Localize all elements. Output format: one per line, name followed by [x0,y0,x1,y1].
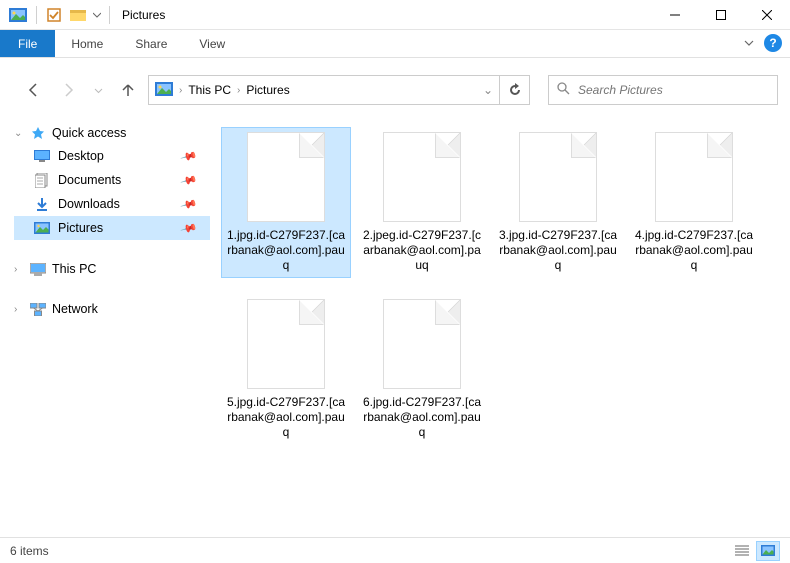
refresh-button[interactable] [500,75,530,105]
nav-item-documents[interactable]: Documents 📌 [14,168,210,192]
desktop-icon [34,148,50,164]
chevron-right-icon[interactable]: › [14,264,24,275]
chevron-down-icon[interactable]: ⌄ [14,128,24,139]
up-button[interactable] [118,80,138,100]
qat-customize-dropdown[interactable] [91,4,103,26]
explorer-app-icon [6,4,30,26]
nav-this-pc[interactable]: › This PC [14,258,210,280]
file-item[interactable]: 5.jpg.id-C279F237.[carbanak@aol.com].pau… [222,295,350,444]
ribbon-expand-button[interactable] [740,34,758,52]
quick-access-toolbar [0,4,114,26]
help-icon[interactable]: ? [764,34,782,52]
tab-view[interactable]: View [183,30,241,57]
window-controls [652,0,790,30]
file-name-label: 1.jpg.id-C279F237.[carbanak@aol.com].pau… [226,228,346,273]
star-icon [30,125,46,141]
qat-new-folder-button[interactable] [67,4,89,26]
file-name-label: 4.jpg.id-C279F237.[carbanak@aol.com].pau… [634,228,754,273]
file-name-label: 5.jpg.id-C279F237.[carbanak@aol.com].pau… [226,395,346,440]
search-box[interactable] [548,75,778,105]
nav-item-label: Desktop [58,149,104,163]
chevron-right-icon[interactable]: › [179,85,182,96]
nav-item-label: Pictures [58,221,103,235]
explorer-body: ⌄ Quick access Desktop 📌 Documents 📌 [0,112,790,544]
file-icon [383,299,461,389]
ribbon-tabs: File Home Share View ? [0,30,790,58]
breadcrumb-pictures[interactable]: Pictures [246,83,289,97]
status-bar: 6 items [0,537,790,563]
file-tab[interactable]: File [0,30,55,57]
file-icon [655,132,733,222]
file-item[interactable]: 6.jpg.id-C279F237.[carbanak@aol.com].pau… [358,295,486,444]
pin-icon: 📌 [180,195,198,213]
view-details-button[interactable] [730,541,754,561]
file-item[interactable]: 4.jpg.id-C279F237.[carbanak@aol.com].pau… [630,128,758,277]
file-name-label: 2.jpeg.id-C279F237.[carbanak@aol.com].pa… [362,228,482,273]
file-name-label: 6.jpg.id-C279F237.[carbanak@aol.com].pau… [362,395,482,440]
address-bar[interactable]: › This PC › Pictures ⌄ [148,75,500,105]
tab-home[interactable]: Home [55,30,119,57]
file-item[interactable]: 2.jpeg.id-C279F237.[carbanak@aol.com].pa… [358,128,486,277]
forward-button[interactable] [58,80,78,100]
view-large-icons-button[interactable] [756,541,780,561]
navigation-pane: ⌄ Quick access Desktop 📌 Documents 📌 [0,112,210,544]
search-icon [557,82,570,98]
minimize-button[interactable] [652,0,698,30]
maximize-button[interactable] [698,0,744,30]
file-icon [383,132,461,222]
chevron-right-icon[interactable]: › [237,85,240,96]
nav-item-downloads[interactable]: Downloads 📌 [14,192,210,216]
nav-quick-access-label: Quick access [52,126,126,140]
address-history-dropdown[interactable]: ⌄ [483,83,493,97]
navigation-bar: › This PC › Pictures ⌄ [0,68,790,112]
file-name-label: 3.jpg.id-C279F237.[carbanak@aol.com].pau… [498,228,618,273]
close-button[interactable] [744,0,790,30]
nav-arrows [24,80,138,100]
pictures-icon [34,220,50,236]
this-pc-icon [30,261,46,277]
nav-item-label: Downloads [58,197,120,211]
file-item[interactable]: 3.jpg.id-C279F237.[carbanak@aol.com].pau… [494,128,622,277]
nav-network[interactable]: › Network [14,298,210,320]
pictures-folder-icon [155,82,173,99]
tab-share[interactable]: Share [119,30,183,57]
recent-locations-dropdown[interactable] [92,80,104,100]
qat-separator-2 [109,6,110,24]
file-item[interactable]: 1.jpg.id-C279F237.[carbanak@aol.com].pau… [222,128,350,277]
breadcrumb-this-pc[interactable]: This PC [188,83,231,97]
chevron-right-icon[interactable]: › [14,304,24,315]
search-input[interactable] [578,83,769,97]
file-icon [247,299,325,389]
window-title: Pictures [114,8,652,22]
pin-icon: 📌 [180,171,198,189]
nav-this-pc-label: This PC [52,262,96,276]
nav-quick-access[interactable]: ⌄ Quick access [14,122,210,144]
nav-item-label: Documents [58,173,121,187]
pin-icon: 📌 [180,219,198,237]
titlebar: Pictures [0,0,790,30]
file-icon [247,132,325,222]
nav-item-desktop[interactable]: Desktop 📌 [14,144,210,168]
nav-item-pictures[interactable]: Pictures 📌 [14,216,210,240]
network-icon [30,301,46,317]
file-icon [519,132,597,222]
nav-network-label: Network [52,302,98,316]
status-item-count: 6 items [10,544,49,558]
downloads-icon [34,196,50,212]
pin-icon: 📌 [180,147,198,165]
qat-separator [36,6,37,24]
qat-properties-button[interactable] [43,4,65,26]
back-button[interactable] [24,80,44,100]
file-list[interactable]: 1.jpg.id-C279F237.[carbanak@aol.com].pau… [210,112,790,544]
documents-icon [34,172,50,188]
